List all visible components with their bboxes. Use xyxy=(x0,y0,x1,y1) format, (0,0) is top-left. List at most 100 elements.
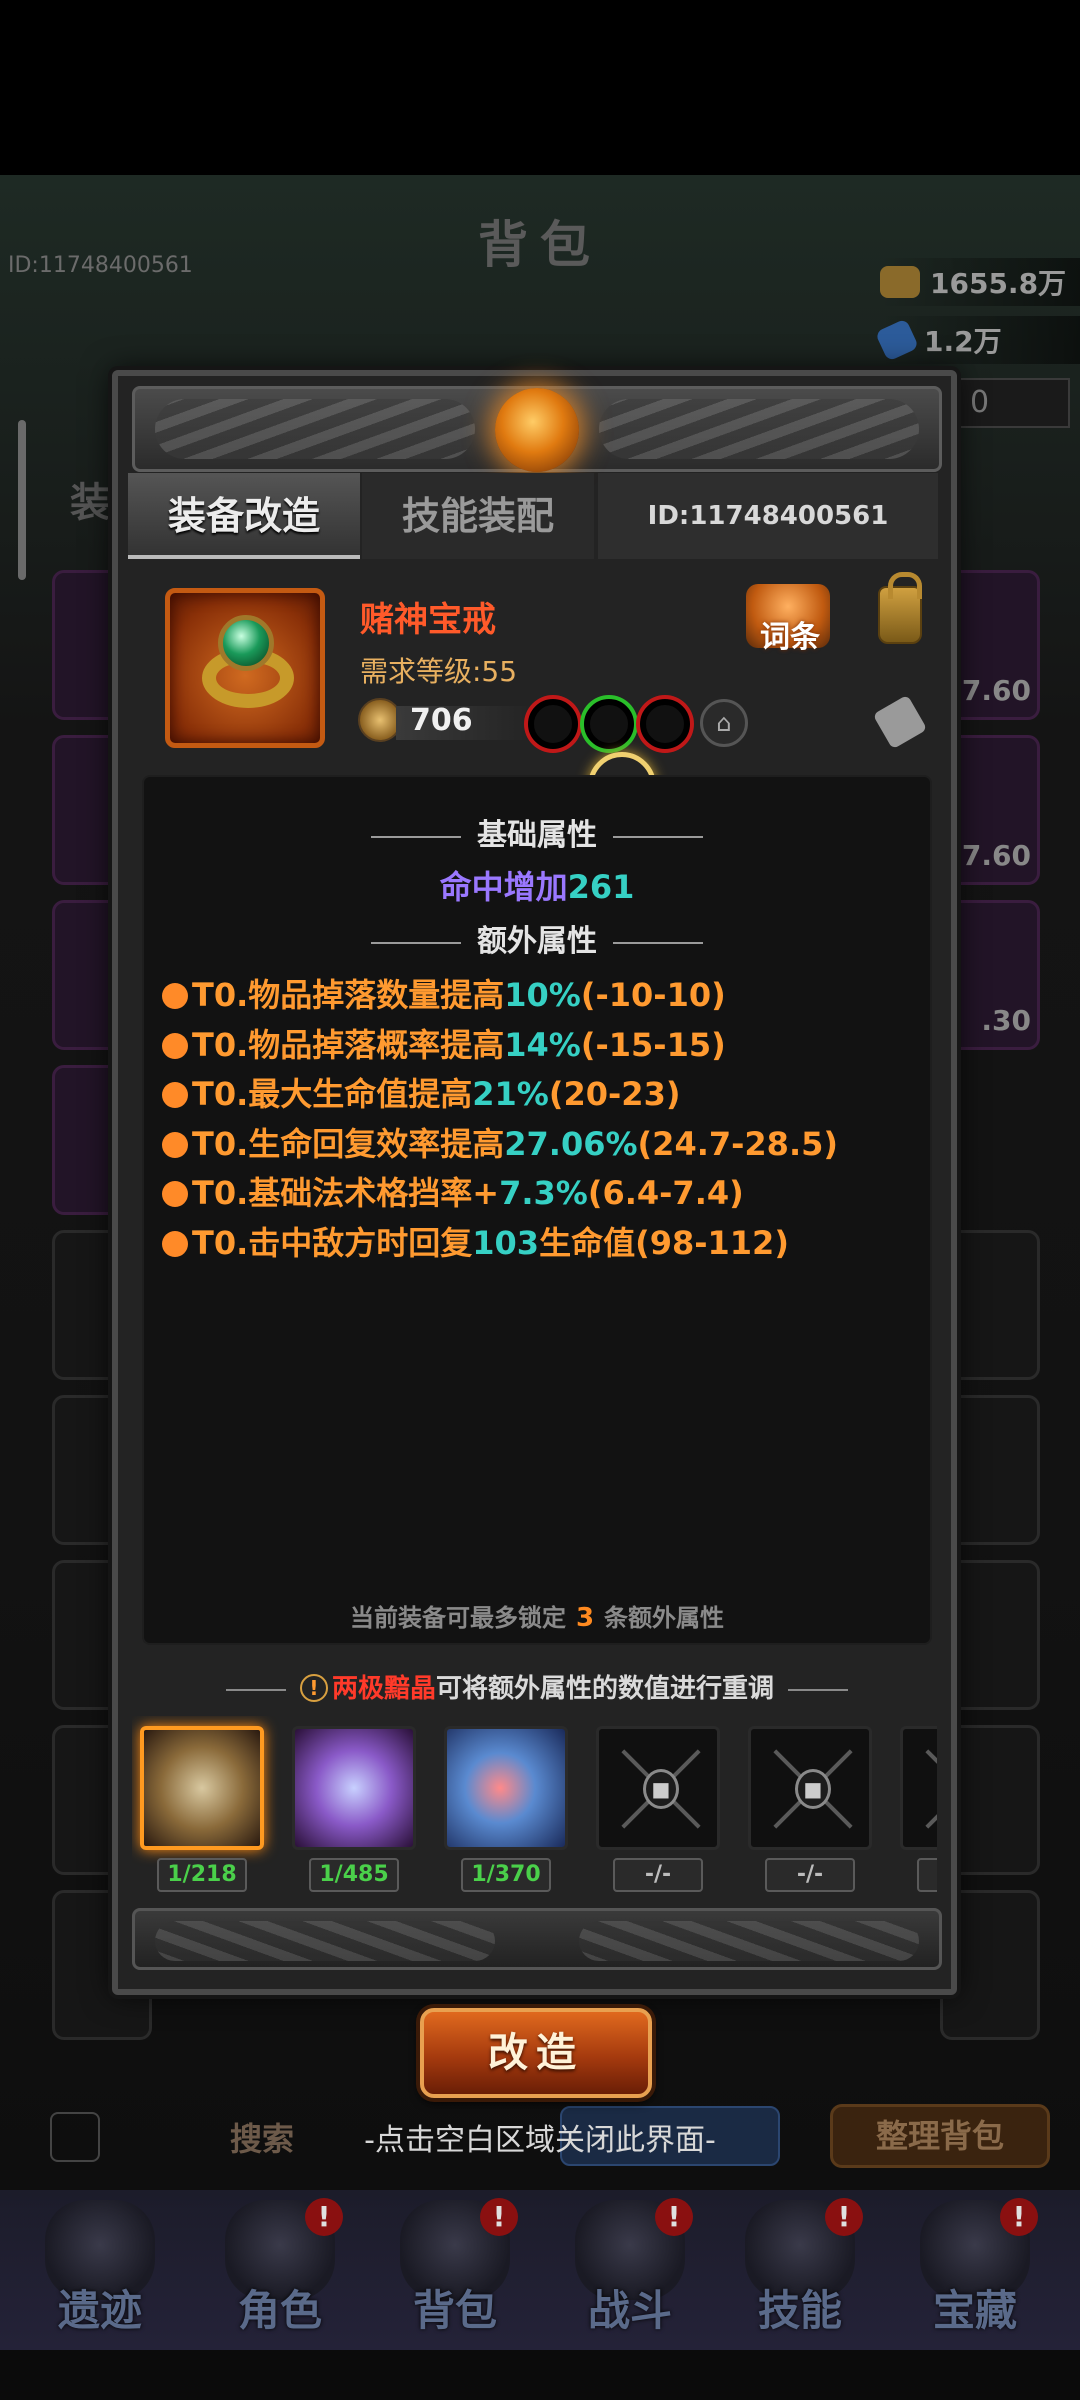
player-id: ID:11748400561 xyxy=(8,253,193,278)
padlock-icon[interactable] xyxy=(878,572,922,644)
extra-attr-row[interactable]: T0.物品掉落概率提高14%(-15-15) xyxy=(162,1020,922,1070)
attr-range: (6.4-7.4) xyxy=(587,1174,744,1212)
material-slot-locked[interactable]: ■ xyxy=(900,1726,937,1850)
gem-counter: 1.2万 xyxy=(874,316,1080,364)
tab-skill-equip[interactable]: 技能装配 xyxy=(362,473,594,559)
socket-red[interactable] xyxy=(528,699,578,749)
gold-counter: 1655.8万 xyxy=(880,258,1080,306)
attr-range: (-10-10) xyxy=(580,976,726,1014)
nav-label: 技能 xyxy=(757,2286,842,2335)
material-slot-yin-yang[interactable] xyxy=(140,1726,264,1850)
item-name: 赌神宝戒 xyxy=(360,600,496,640)
attr-range: (98-112) xyxy=(635,1223,789,1262)
alert-badge: ! xyxy=(305,2198,343,2236)
item-level: .30 xyxy=(981,1004,1031,1037)
extra-attr-row[interactable]: T0.最大生命值提高21%(20-23) xyxy=(162,1069,922,1119)
alert-badge: ! xyxy=(655,2198,693,2236)
skeleton-carving xyxy=(155,1921,495,1961)
gold-icon xyxy=(880,266,920,298)
gold-amount: 1655.8万 xyxy=(930,267,1067,300)
lock-count: 3 xyxy=(575,1603,595,1633)
scrollbar[interactable] xyxy=(18,420,26,580)
extra-attr-row[interactable]: T0.基础法术格挡率+7.3%(6.4-7.4) xyxy=(162,1168,922,1218)
bullet-icon xyxy=(162,1230,188,1257)
tab-equipment-reforge[interactable]: 装备改造 xyxy=(128,473,360,559)
attr-range: (24.7-28.5) xyxy=(637,1124,838,1163)
material-count: 1/218 xyxy=(157,1858,247,1892)
ring-gem xyxy=(218,615,274,671)
alert-badge: ! xyxy=(1000,2198,1038,2236)
padlock-icon: ■ xyxy=(643,1769,679,1809)
base-attr-label: 命中增加 xyxy=(439,868,568,906)
nav-label: 宝藏 xyxy=(932,2286,1017,2335)
power-value: 706 xyxy=(410,703,473,738)
info-icon: ! xyxy=(299,1674,328,1702)
item-level: 7.60 xyxy=(961,839,1031,872)
material-count: -/- xyxy=(765,1858,855,1892)
nav-label: 战斗 xyxy=(587,2286,672,2335)
nav-battle[interactable]: ! 战斗 xyxy=(545,2190,715,2350)
base-attr-title: 基础属性 xyxy=(142,810,932,854)
count-have: 1 xyxy=(319,1862,335,1887)
bullet-icon xyxy=(162,1082,188,1108)
nav-skill[interactable]: ! 技能 xyxy=(715,2190,885,2350)
close-hint[interactable]: -点击空白区域关闭此界面- xyxy=(0,2115,1080,2159)
extra-attr-row[interactable]: T0.物品掉落数量提高10%(-10-10) xyxy=(162,970,922,1020)
bullet-icon xyxy=(162,1032,188,1059)
quantity-input[interactable]: 0 xyxy=(940,378,1070,428)
panel-player-id: ID:11748400561 xyxy=(598,473,938,559)
attr-label: T0.击中敌方时回复 xyxy=(192,1223,473,1262)
base-attr-line: 命中增加261 xyxy=(142,862,932,908)
lock-note-text: 条额外属性 xyxy=(604,1604,725,1632)
material-slot-geode[interactable] xyxy=(292,1726,416,1850)
padlock-icon: ■ xyxy=(795,1769,831,1809)
nav-label: 背包 xyxy=(412,2286,497,2335)
material-slot-locked[interactable]: ■ xyxy=(596,1726,720,1850)
extra-attr-row[interactable]: T0.生命回复效率提高27.06%(24.7-28.5) xyxy=(162,1119,922,1169)
material-strip[interactable]: 1/218 1/485 1/370 ■ -/- ■ -/- ■ xyxy=(132,1716,937,1896)
material-count: 1/485 xyxy=(309,1858,399,1892)
extra-attr-row[interactable]: T0.击中敌方时回复103生命值(98-112) xyxy=(162,1218,922,1268)
attr-suffix: 生命值 xyxy=(539,1223,636,1262)
ring-icon[interactable] xyxy=(165,588,325,748)
attr-value: 7.3% xyxy=(499,1174,588,1212)
attr-range: (-15-15) xyxy=(580,1025,726,1064)
material-hint: ! 两极黯晶可将额外属性的数值进行重调 xyxy=(142,1668,932,1705)
system-gesture-bar xyxy=(0,2350,1080,2400)
attr-label: T0.物品掉落概率提高 xyxy=(192,1025,505,1064)
socket-red[interactable] xyxy=(640,699,690,749)
entry-button[interactable]: 词条 xyxy=(750,612,830,656)
material-count xyxy=(917,1858,937,1892)
ornament-gem-icon xyxy=(495,388,579,472)
nav-treasure[interactable]: ! 宝藏 xyxy=(890,2190,1060,2350)
count-need: /485 xyxy=(334,1862,389,1887)
material-slot-prism[interactable] xyxy=(444,1726,568,1850)
nav-label: 遗迹 xyxy=(57,2286,142,2335)
count-need: /218 xyxy=(182,1862,237,1887)
material-name: 两极黯晶 xyxy=(331,1674,436,1704)
nav-relic[interactable]: 遗迹 xyxy=(15,2190,185,2350)
attr-value: 14% xyxy=(504,1025,581,1064)
lock-note-text: 当前装备可最多锁定 xyxy=(349,1604,566,1632)
bag-tab-equipment[interactable]: 装 xyxy=(70,470,110,528)
material-slot-locked[interactable]: ■ xyxy=(748,1726,872,1850)
socket-green[interactable] xyxy=(584,699,634,749)
gem-amount: 1.2万 xyxy=(924,325,1002,358)
nav-bag[interactable]: ! 背包 xyxy=(370,2190,540,2350)
nav-character[interactable]: ! 角色 xyxy=(195,2190,365,2350)
bullet-icon xyxy=(162,983,188,1009)
bottom-nav: 遗迹 ! 角色 ! 背包 ! 战斗 ! 技能 ! 宝藏 xyxy=(0,2190,1080,2350)
bullet-icon xyxy=(162,1181,188,1207)
socket-lock-icon[interactable]: ⌂ xyxy=(700,699,748,747)
material-count: 1/370 xyxy=(461,1858,551,1892)
lock-limit-note: 当前装备可最多锁定 3 条额外属性 xyxy=(142,1598,932,1633)
count-have: 1 xyxy=(167,1862,183,1887)
alert-badge: ! xyxy=(480,2198,518,2236)
reforge-button[interactable]: 改造 xyxy=(420,2008,652,2098)
crystal-icon xyxy=(874,318,920,362)
count-need: /370 xyxy=(486,1862,541,1887)
alert-badge: ! xyxy=(825,2198,863,2236)
panel-bottom-ornament xyxy=(132,1908,942,1970)
extra-attr-title: 额外属性 xyxy=(142,916,932,960)
gargoyle-carving xyxy=(599,399,919,459)
